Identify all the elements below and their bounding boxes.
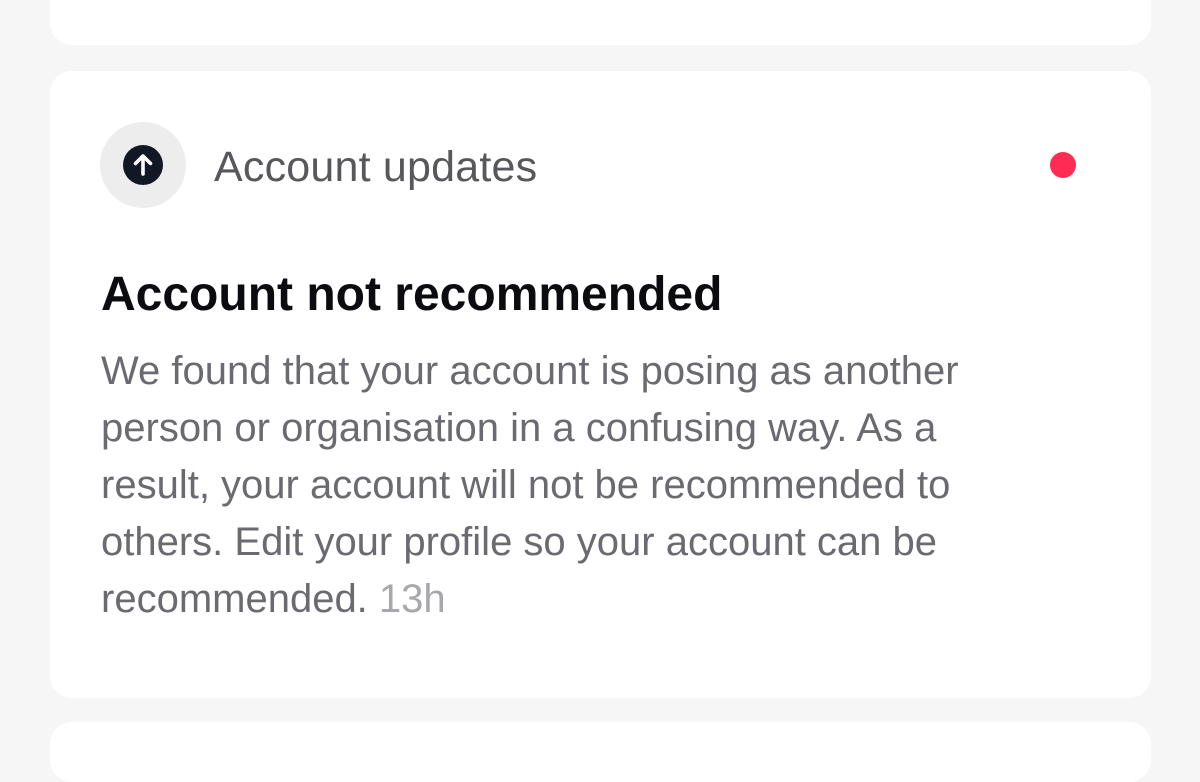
body-line: person or organisation in a confusing wa… xyxy=(101,406,937,450)
body-line: result, your account will not be recomme… xyxy=(101,463,951,507)
category-icon-badge xyxy=(100,122,186,208)
body-line-text: recommended. xyxy=(101,577,368,621)
notification-timestamp: 13h xyxy=(378,577,446,621)
body-line-last: recommended. 13h xyxy=(101,571,1111,628)
body-line: others. Edit your profile so your accoun… xyxy=(101,520,938,564)
previous-notification-card[interactable] xyxy=(50,0,1151,45)
notification-category: Account updates xyxy=(214,143,538,191)
unread-indicator xyxy=(1050,152,1076,178)
notification-card[interactable]: Account updates Account not recommended … xyxy=(50,71,1151,698)
notification-title: Account not recommended xyxy=(101,268,723,321)
notification-body: We found that your account is posing as … xyxy=(101,343,1111,628)
next-notification-card[interactable] xyxy=(50,722,1151,782)
body-line: We found that your account is posing as … xyxy=(101,349,959,393)
arrow-up-circle-icon xyxy=(123,145,163,185)
